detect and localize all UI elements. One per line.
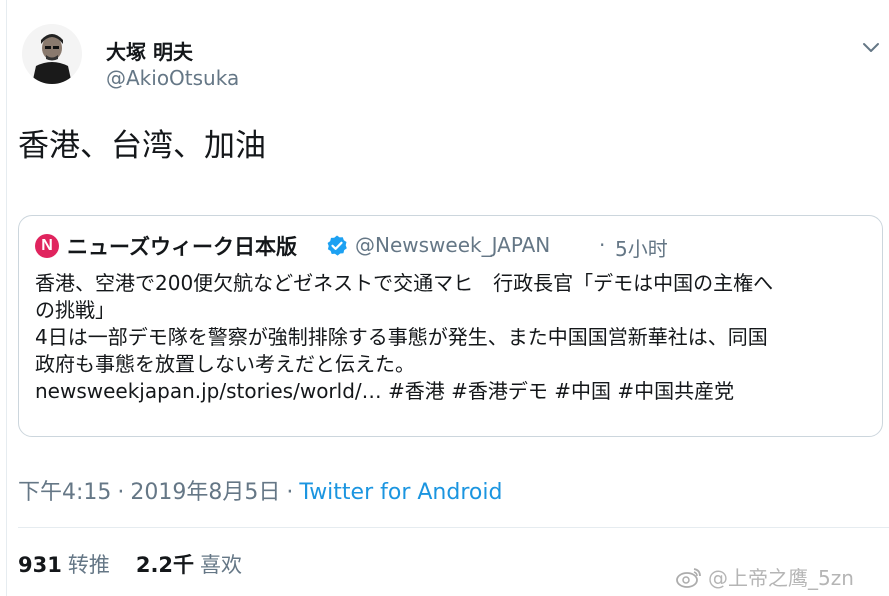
retweets-count: 931	[18, 553, 62, 577]
tweet-date[interactable]: 2019年8月5日	[130, 480, 280, 505]
watermark-text: @上帝之鹰_5zn	[708, 566, 854, 590]
author-handle[interactable]: @AkioOtsuka	[106, 66, 239, 90]
left-border	[6, 0, 7, 596]
quoted-link-hashtags-line: newsweekjapan.jp/stories/world/… #香港 #香港…	[35, 379, 735, 403]
quoted-author-name[interactable]: ニューズウィーク日本版	[67, 231, 297, 261]
meta-separator: ·	[286, 480, 294, 505]
quoted-tweet-body: 香港、空港で200便欠航などゼネストで交通マヒ 行政長官「デモは中国の主権へ の…	[35, 270, 875, 405]
tweet-stats: 931 转推 2.2千 喜欢	[18, 549, 242, 579]
quoted-timestamp[interactable]: 5小时	[615, 233, 668, 262]
client-link[interactable]: Twitter for Android	[299, 480, 502, 505]
tweet-text: 香港、台湾、加油	[18, 128, 266, 164]
tweet-meta: 下午4:15 · 2019年8月5日 · Twitter for Android	[18, 474, 502, 506]
quoted-tweet-card[interactable]: N ニューズウィーク日本版 @Newsweek_JAPAN · 5小时 香港、空…	[18, 215, 883, 437]
quoted-separator: ·	[599, 233, 606, 257]
avatar[interactable]	[22, 24, 82, 84]
quoted-text-line: 政府も事態を放置しない考えだと伝えた。	[35, 352, 415, 376]
newsweek-logo: N	[35, 234, 59, 258]
weibo-icon	[676, 566, 702, 593]
verified-badge-icon	[325, 234, 349, 258]
likes-count: 2.2千	[135, 553, 195, 577]
meta-separator: ·	[117, 480, 125, 505]
likes-stat[interactable]: 2.2千 喜欢	[136, 553, 242, 577]
retweets-stat[interactable]: 931 转推	[18, 553, 110, 577]
tweet-time[interactable]: 下午4:15	[18, 480, 111, 505]
quoted-text-line: 香港、空港で200便欠航などゼネストで交通マヒ 行政長官「デモは中国の主権へ	[35, 271, 774, 295]
chevron-down-icon[interactable]	[860, 36, 882, 58]
watermark: @上帝之鹰_5zn	[676, 562, 854, 593]
author-display-name[interactable]: 大塚 明夫	[106, 36, 193, 65]
divider	[18, 527, 889, 528]
retweets-label: 转推	[67, 553, 110, 577]
likes-label: 喜欢	[200, 553, 243, 577]
avatar-image	[22, 24, 82, 84]
quoted-text-line: の挑戦」	[35, 298, 115, 322]
quoted-text-line: 4日は一部デモ隊を警察が強制排除する事態が発生、また中国国営新華社は、同国	[35, 325, 768, 349]
quoted-author-handle[interactable]: @Newsweek_JAPAN	[355, 233, 550, 257]
